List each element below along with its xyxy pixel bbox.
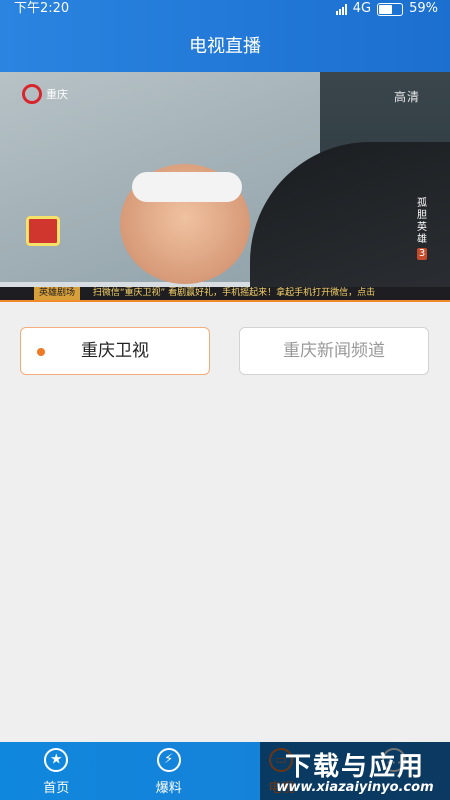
bolt-icon bbox=[156, 748, 181, 772]
nav-item-label: 爆料 bbox=[155, 781, 182, 796]
status-bar: 下午2:20 4G 59% bbox=[0, 0, 450, 18]
status-time: 下午2:20 bbox=[14, 1, 70, 16]
channel-label: 重庆新闻频道 bbox=[283, 341, 385, 361]
app-header: 下午2:20 4G 59% 电视直播 bbox=[0, 0, 450, 72]
program-caption-title: 孤胆英雄 bbox=[417, 198, 427, 245]
gift-icon bbox=[26, 216, 60, 246]
channel-logo-icon bbox=[22, 84, 42, 104]
episode-badge: 3 bbox=[416, 248, 428, 260]
live-video-player[interactable]: 重庆 高清 孤胆英雄 3 英雄剧场 扫微信“重庆卫视” 看剧赢好礼，手机摇起来！… bbox=[0, 72, 450, 300]
hd-badge: 高清 bbox=[393, 90, 420, 104]
video-scene-bandage bbox=[132, 172, 242, 202]
nav-item-home[interactable]: 首页 bbox=[0, 742, 113, 800]
channel-logo-text: 重庆 bbox=[46, 88, 68, 101]
channel-button-chongqing-tv[interactable]: 重庆卫视 bbox=[20, 327, 210, 375]
page-title: 电视直播 bbox=[189, 36, 261, 57]
program-caption: 孤胆英雄 3 bbox=[414, 198, 430, 260]
status-indicators: 4G 59% bbox=[335, 0, 438, 18]
watermark-url: www.xiazaiyinyo.com bbox=[276, 780, 434, 795]
site-watermark: 下载与应用 www.xiazaiyinyo.com bbox=[260, 742, 450, 800]
battery-icon bbox=[377, 2, 404, 16]
watermark-title: 下载与应用 bbox=[284, 752, 425, 782]
star-icon bbox=[44, 748, 69, 772]
nav-item-label: 首页 bbox=[43, 781, 70, 796]
news-ticker: 英雄剧场 扫微信“重庆卫视” 看剧赢好礼，手机摇起来！拿起手机打开微信，点击 bbox=[0, 287, 450, 300]
signal-icon bbox=[335, 3, 347, 15]
active-indicator-icon bbox=[37, 348, 45, 356]
nav-item-report[interactable]: 爆料 bbox=[113, 742, 226, 800]
battery-percent: 59% bbox=[409, 1, 438, 16]
channel-button-chongqing-news[interactable]: 重庆新闻频道 bbox=[239, 327, 429, 375]
channel-label: 重庆卫视 bbox=[81, 341, 149, 361]
channel-selector: 重庆卫视 重庆新闻频道 bbox=[0, 302, 450, 392]
ticker-text: 扫微信“重庆卫视” 看剧赢好礼，手机摇起来！拿起手机打开微信，点击 bbox=[92, 288, 376, 298]
ticker-tag: 英雄剧场 bbox=[34, 287, 81, 300]
network-type: 4G bbox=[352, 1, 372, 16]
channel-logo: 重庆 bbox=[22, 84, 68, 104]
